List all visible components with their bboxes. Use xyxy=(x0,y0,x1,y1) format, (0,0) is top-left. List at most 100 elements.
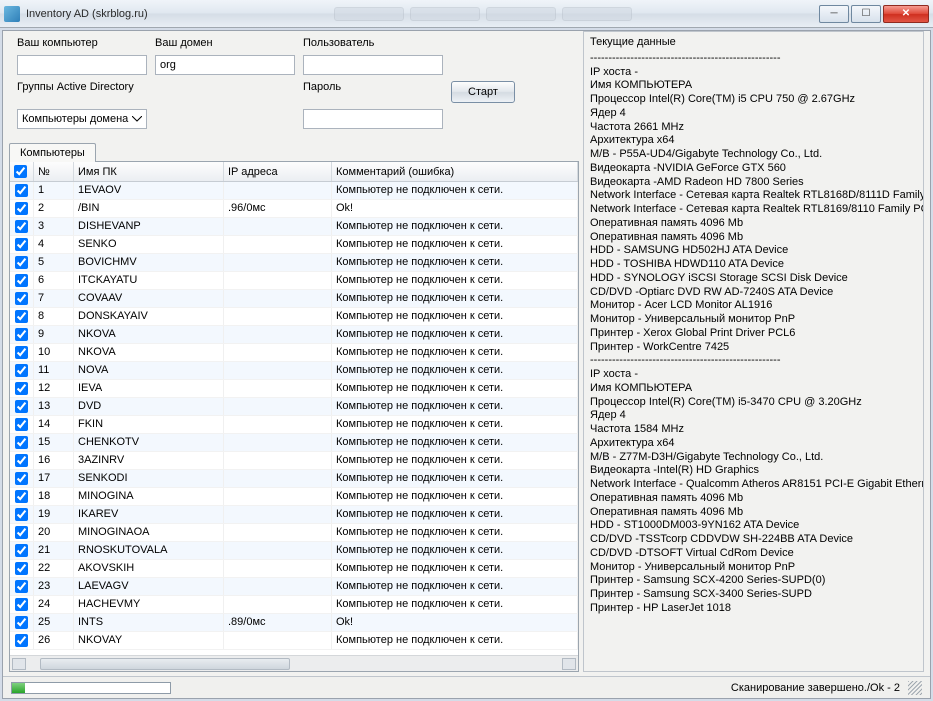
row-checkbox[interactable] xyxy=(15,634,28,647)
row-checkbox[interactable] xyxy=(15,400,28,413)
row-checkbox[interactable] xyxy=(15,238,28,251)
table-row[interactable]: 18MINOGINAКомпьютер не подключен к сети. xyxy=(10,488,578,506)
table-row[interactable]: 15CHENKOTVКомпьютер не подключен к сети. xyxy=(10,434,578,452)
table-row[interactable]: 5BOVICHMVКомпьютер не подключен к сети. xyxy=(10,254,578,272)
table-row[interactable]: 17SENKODIКомпьютер не подключен к сети. xyxy=(10,470,578,488)
cell-num: 18 xyxy=(34,488,74,505)
row-checkbox[interactable] xyxy=(15,346,28,359)
password-input[interactable] xyxy=(303,109,443,129)
row-checkbox[interactable] xyxy=(15,544,28,557)
table-row[interactable]: 9NKOVAКомпьютер не подключен к сети. xyxy=(10,326,578,344)
table-row[interactable]: 11EVAOVКомпьютер не подключен к сети. xyxy=(10,182,578,200)
cell-comment: Компьютер не подключен к сети. xyxy=(332,182,578,199)
cell-comment: Компьютер не подключен к сети. xyxy=(332,344,578,361)
current-data-header: Текущие данные xyxy=(590,36,917,50)
cell-pc-name: SENKO xyxy=(74,236,224,253)
table-row[interactable]: 24HACHEVMYКомпьютер не подключен к сети. xyxy=(10,596,578,614)
table-row[interactable]: 3DISHEVANPКомпьютер не подключен к сети. xyxy=(10,218,578,236)
row-checkbox[interactable] xyxy=(15,526,28,539)
cell-ip xyxy=(224,524,332,541)
cell-comment: Компьютер не подключен к сети. xyxy=(332,470,578,487)
cell-pc-name: INTS xyxy=(74,614,224,631)
cell-ip xyxy=(224,596,332,613)
table-row[interactable]: 22AKOVSKIHКомпьютер не подключен к сети. xyxy=(10,560,578,578)
row-checkbox[interactable] xyxy=(15,454,28,467)
row-checkbox[interactable] xyxy=(15,292,28,305)
cell-ip xyxy=(224,344,332,361)
row-checkbox[interactable] xyxy=(15,184,28,197)
row-checkbox[interactable] xyxy=(15,256,28,269)
cell-ip xyxy=(224,632,332,649)
cell-pc-name: NKOVA xyxy=(74,326,224,343)
table-row[interactable]: 7COVAAVКомпьютер не подключен к сети. xyxy=(10,290,578,308)
your-domain-input[interactable] xyxy=(155,55,295,75)
table-row[interactable]: 8DONSKAYAIVКомпьютер не подключен к сети… xyxy=(10,308,578,326)
tab-computers[interactable]: Компьютеры xyxy=(9,143,96,162)
close-button[interactable]: ✕ xyxy=(883,5,929,23)
table-row[interactable]: 12IEVAКомпьютер не подключен к сети. xyxy=(10,380,578,398)
table-row[interactable]: 14FKINКомпьютер не подключен к сети. xyxy=(10,416,578,434)
row-checkbox[interactable] xyxy=(15,328,28,341)
detail-line: IP хоста - xyxy=(590,66,917,80)
row-checkbox[interactable] xyxy=(15,562,28,575)
col-ip[interactable]: IP адреса xyxy=(224,162,332,181)
your-computer-label: Ваш компьютер xyxy=(17,37,147,49)
cell-comment: Компьютер не подключен к сети. xyxy=(332,326,578,343)
table-row[interactable]: 23LAEVAGVКомпьютер не подключен к сети. xyxy=(10,578,578,596)
table-row[interactable]: 4SENKOКомпьютер не подключен к сети. xyxy=(10,236,578,254)
your-computer-input[interactable] xyxy=(17,55,147,75)
minimize-button[interactable]: ─ xyxy=(819,5,849,23)
row-checkbox[interactable] xyxy=(15,364,28,377)
detail-line: Network Interface - Qualcomm Atheros AR8… xyxy=(590,478,917,492)
cell-comment: Ok! xyxy=(332,614,578,631)
your-domain-label: Ваш домен xyxy=(155,37,295,49)
cell-ip xyxy=(224,578,332,595)
row-checkbox[interactable] xyxy=(15,472,28,485)
row-checkbox[interactable] xyxy=(15,274,28,287)
table-row[interactable]: 11NOVAКомпьютер не подключен к сети. xyxy=(10,362,578,380)
row-checkbox[interactable] xyxy=(15,580,28,593)
connection-form: Ваш компьютер Ваш домен Пользователь Гру… xyxy=(9,31,579,139)
row-checkbox[interactable] xyxy=(15,382,28,395)
row-checkbox[interactable] xyxy=(15,616,28,629)
row-checkbox[interactable] xyxy=(15,220,28,233)
row-checkbox[interactable] xyxy=(15,436,28,449)
row-checkbox[interactable] xyxy=(15,490,28,503)
row-checkbox[interactable] xyxy=(15,598,28,611)
detail-line: Оперативная память 4096 Mb xyxy=(590,506,917,520)
table-row[interactable]: 2/BIN.96/0мсOk! xyxy=(10,200,578,218)
detail-line: Монитор - Acer LCD Monitor AL1916 xyxy=(590,299,917,313)
table-row[interactable]: 20MINOGINAOAКомпьютер не подключен к сет… xyxy=(10,524,578,542)
detail-line: Монитор - Универсальный монитор PnP xyxy=(590,313,917,327)
col-pc-name[interactable]: Имя ПК xyxy=(74,162,224,181)
row-checkbox[interactable] xyxy=(15,508,28,521)
col-comment[interactable]: Комментарий (ошибка) xyxy=(332,162,578,181)
detail-line: HDD - ST1000DM003-9YN162 ATA Device xyxy=(590,519,917,533)
start-button[interactable]: Старт xyxy=(451,81,515,103)
detail-line: HDD - SYNOLOGY iSCSI Storage SCSI Disk D… xyxy=(590,272,917,286)
cell-pc-name: ITCKAYATU xyxy=(74,272,224,289)
maximize-button[interactable]: ☐ xyxy=(851,5,881,23)
table-row[interactable]: 163AZINRVКомпьютер не подключен к сети. xyxy=(10,452,578,470)
table-row[interactable]: 26NKOVAYКомпьютер не подключен к сети. xyxy=(10,632,578,650)
table-row[interactable]: 6ITCKAYATUКомпьютер не подключен к сети. xyxy=(10,272,578,290)
cell-pc-name: IKAREV xyxy=(74,506,224,523)
user-input[interactable] xyxy=(303,55,443,75)
h-scrollbar[interactable] xyxy=(10,655,578,671)
row-checkbox[interactable] xyxy=(15,202,28,215)
row-checkbox[interactable] xyxy=(15,418,28,431)
resize-grip[interactable] xyxy=(908,681,922,695)
table-row[interactable]: 13DVDКомпьютер не подключен к сети. xyxy=(10,398,578,416)
detail-line: Оперативная память 4096 Mb xyxy=(590,492,917,506)
col-num[interactable]: № xyxy=(34,162,74,181)
select-all-checkbox[interactable] xyxy=(14,165,27,178)
table-row[interactable]: 21RNOSKUTOVALAКомпьютер не подключен к с… xyxy=(10,542,578,560)
ad-groups-select[interactable]: Компьютеры домена xyxy=(17,109,147,129)
table-row[interactable]: 25INTS.89/0мсOk! xyxy=(10,614,578,632)
cell-pc-name: HACHEVMY xyxy=(74,596,224,613)
table-row[interactable]: 10NKOVAКомпьютер не подключен к сети. xyxy=(10,344,578,362)
table-row[interactable]: 19IKAREVКомпьютер не подключен к сети. xyxy=(10,506,578,524)
cell-pc-name: SENKODI xyxy=(74,470,224,487)
row-checkbox[interactable] xyxy=(15,310,28,323)
cell-pc-name: COVAAV xyxy=(74,290,224,307)
